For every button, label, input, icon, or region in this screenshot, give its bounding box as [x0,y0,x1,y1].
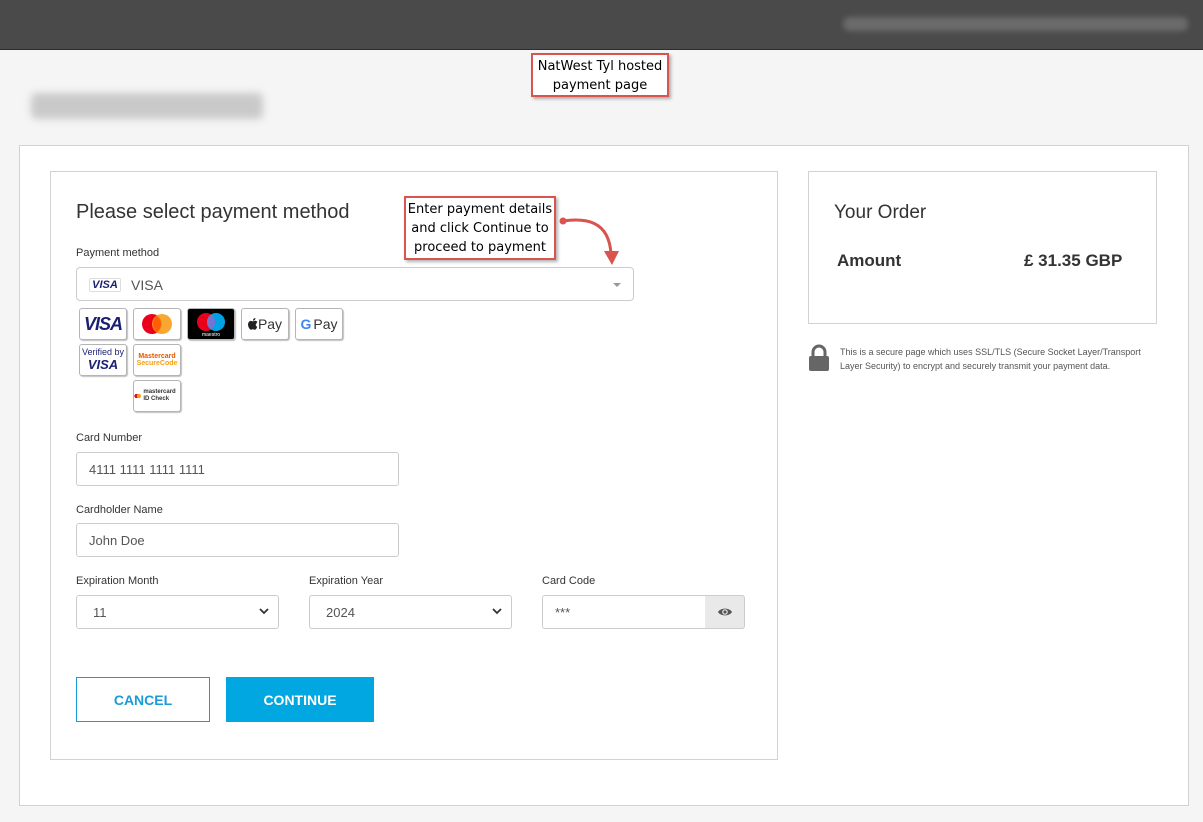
cardholder-name-value: John Doe [89,533,145,548]
card-number-input[interactable]: 4111 1111 1111 1111 [76,452,399,486]
cancel-button[interactable]: CANCEL [76,677,210,722]
google-pay-icon[interactable]: G Pay [295,308,343,340]
your-order-panel [808,171,1157,324]
cardholder-name-label: Cardholder Name [76,504,163,516]
maestro-icon[interactable]: maestro [187,308,235,340]
payment-method-value: VISA [131,277,163,293]
amount-value: £ 31.35 GBP [1024,251,1123,270]
card-code-input[interactable]: *** [542,595,706,629]
card-code-label: Card Code [542,575,596,587]
mastercard-securecode-icon[interactable]: Mastercard SecureCode [133,344,181,376]
instructions-callout: Enter payment details and click Continue… [404,196,556,260]
chevron-down-icon [492,608,502,615]
apple-pay-icon[interactable]: Pay [241,308,289,340]
mastercard-id-check-icon[interactable]: mastercard ID Check [133,380,181,412]
top-header-bar [0,0,1203,50]
visa-icon[interactable]: VISA [79,308,127,340]
expiration-month-select[interactable]: 11 [76,595,279,629]
redacted-header-info [843,17,1188,31]
continue-button[interactable]: CONTINUE [226,677,374,722]
visa-icon: VISA [89,278,121,292]
mastercard-icon[interactable] [133,308,181,340]
caret-down-icon [613,283,621,287]
expiration-month-value: 11 [93,605,107,620]
payment-method-label: Payment method [76,247,160,259]
chevron-down-icon [259,608,269,615]
lock-icon [809,344,829,371]
hosted-page-callout: NatWest Tyl hosted payment page [531,53,669,97]
expiration-year-label: Expiration Year [309,575,383,587]
callout-arrow-icon [559,217,619,265]
secure-page-notice: This is a secure page which uses SSL/TLS… [840,347,1141,371]
expiration-year-select[interactable]: 2024 [309,595,512,629]
cardholder-name-input[interactable]: John Doe [76,523,399,557]
expiration-month-label: Expiration Month [76,575,159,587]
card-number-label: Card Number [76,432,143,444]
amount-label: Amount [837,251,902,270]
eye-icon [717,608,732,616]
card-code-value: *** [555,605,571,620]
show-card-code-button[interactable] [705,595,745,629]
redacted-merchant-name [31,93,263,119]
verified-by-visa-icon[interactable]: Verified by VISA [79,344,127,376]
svg-text:maestro: maestro [202,332,220,337]
payment-panel-title: Please select payment method [76,201,350,223]
your-order-title: Your Order [834,202,927,223]
expiration-year-value: 2024 [326,605,355,620]
payment-method-select[interactable]: VISA VISA [76,267,634,301]
card-number-value: 4111 1111 1111 1111 [89,462,205,477]
